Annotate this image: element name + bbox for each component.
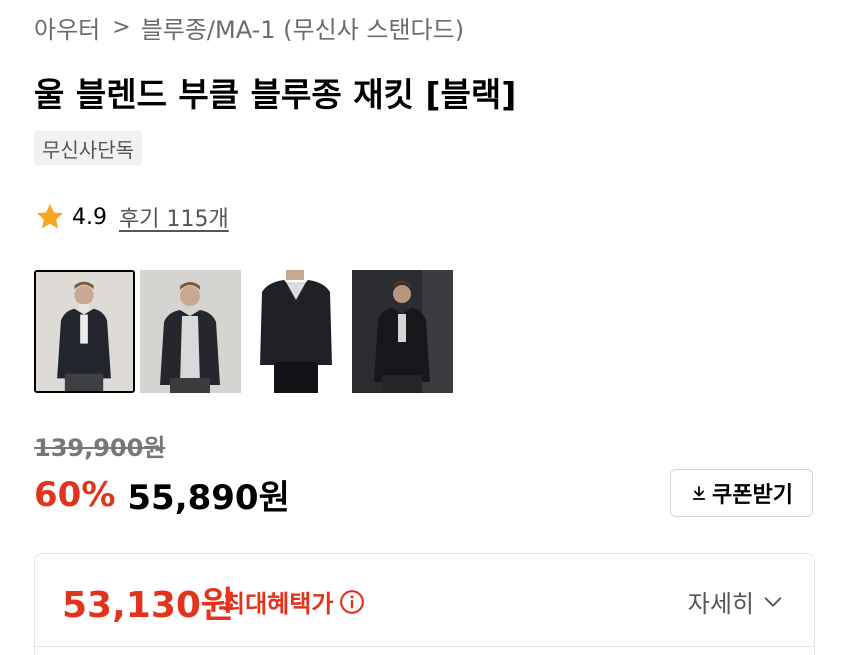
max-benefit-label: 최대혜택가 — [223, 590, 334, 618]
exclusive-badge: 무신사단독 — [34, 131, 142, 165]
thumbnail-dark-background[interactable] — [352, 270, 453, 393]
product-title: 울 블렌드 부클 블루종 재킷 [블랙] — [34, 75, 517, 114]
breadcrumb: 아우터 > 블루종/MA-1 (무신사 스탠다드) — [34, 10, 464, 44]
thumbnail-front-open[interactable] — [140, 270, 241, 393]
breadcrumb-separator: > — [112, 14, 131, 40]
panel-divider — [35, 646, 814, 647]
detail-toggle[interactable]: 자세히 — [688, 584, 784, 619]
breadcrumb-subcategory[interactable]: 블루종/MA-1 (무신사 스탠다드) — [141, 10, 464, 45]
product-page: 아우터 > 블루종/MA-1 (무신사 스탠다드) 울 블렌드 부클 블루종 재… — [0, 0, 849, 655]
chevron-down-icon — [764, 596, 782, 607]
rating-row: 4.9 후기 115개 — [34, 197, 229, 237]
max-benefit-label-group: 최대혜택가 — [223, 584, 365, 619]
reviews-link[interactable]: 후기 115개 — [119, 201, 229, 233]
max-benefit-panel[interactable]: 53,130원 최대혜택가 자세히 — [34, 553, 815, 655]
detail-label: 자세히 — [687, 590, 754, 618]
coupon-label: 쿠폰받기 — [712, 483, 793, 508]
coupon-download-button[interactable]: 쿠폰받기 — [670, 469, 813, 517]
original-price: 139,900원 — [34, 434, 166, 462]
star-icon — [36, 203, 64, 229]
thumbnail-gallery — [34, 270, 453, 393]
rating-score: 4.9 — [72, 204, 107, 230]
thumbnail-detail-closeup[interactable] — [246, 270, 347, 393]
sale-price: 55,890원 — [127, 478, 290, 518]
discount-rate: 60% — [34, 474, 116, 515]
thumbnail-front-pose[interactable] — [34, 270, 135, 393]
info-icon[interactable] — [339, 589, 365, 615]
max-benefit-price: 53,130원 — [62, 585, 235, 626]
breadcrumb-category[interactable]: 아우터 — [34, 10, 100, 45]
price-row: 60% 55,890원 — [34, 470, 290, 519]
download-icon — [692, 486, 706, 500]
